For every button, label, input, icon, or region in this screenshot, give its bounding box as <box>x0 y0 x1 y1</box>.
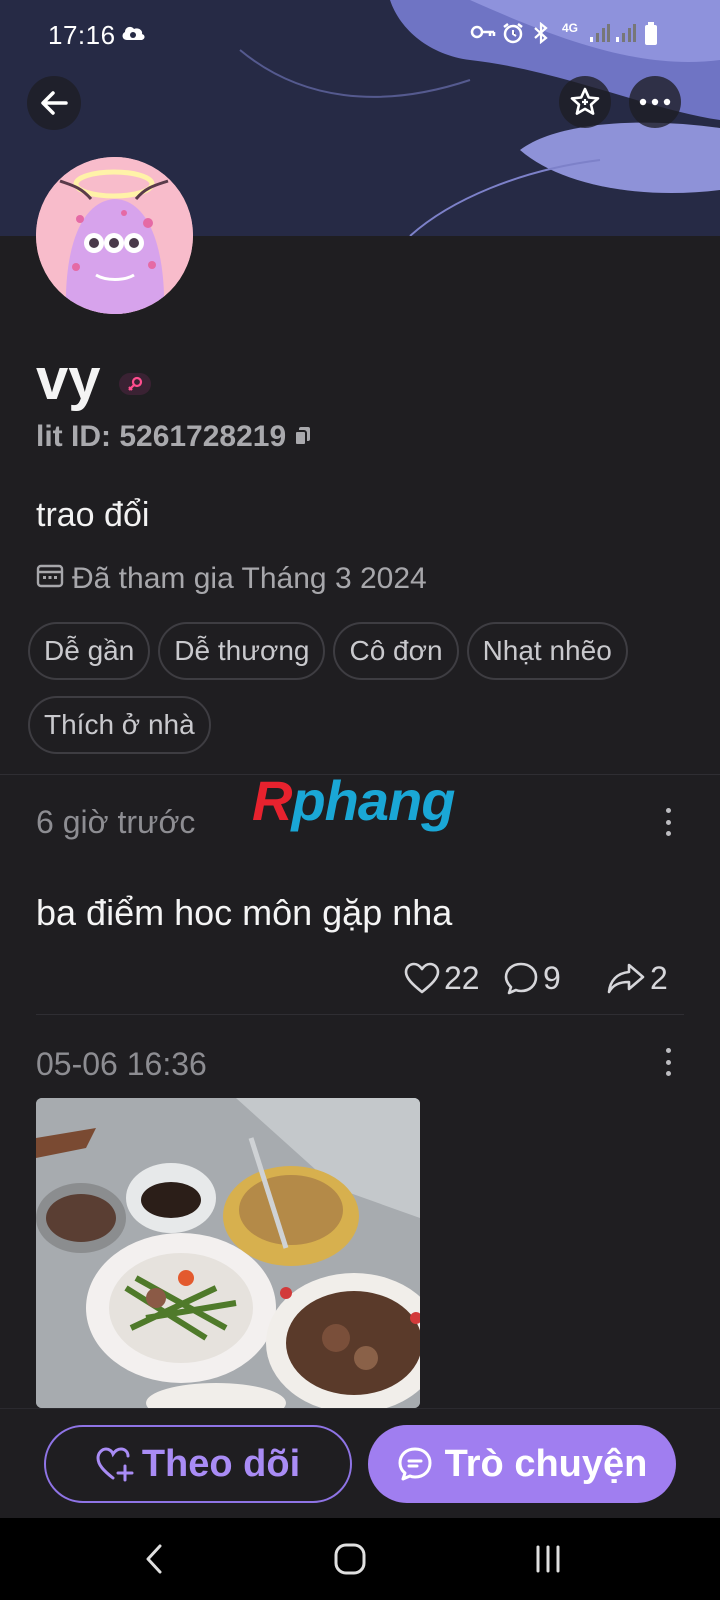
post-timestamp: 6 giờ trước <box>36 804 196 840</box>
battery-icon <box>644 22 658 51</box>
watermark: Rphang <box>252 768 455 833</box>
chat-bubble-icon <box>398 1447 432 1481</box>
chat-label: Trò chuyện <box>444 1442 648 1485</box>
post-photo[interactable] <box>36 1098 420 1408</box>
cloud-icon <box>120 22 146 47</box>
nav-home-button[interactable] <box>320 1536 380 1582</box>
join-date: Đã tham gia Tháng 3 2024 <box>36 562 427 596</box>
share-count: 2 <box>650 959 668 996</box>
comment-count: 9 <box>543 959 561 996</box>
heart-plus-icon <box>96 1447 134 1482</box>
bluetooth-icon <box>532 21 550 49</box>
interest-tags: Dễ gần Dễ thương Cô đơn Nhạt nhẽo Thích … <box>28 622 688 754</box>
share-button[interactable]: 2 <box>606 958 668 998</box>
follow-label: Theo dõi <box>141 1442 301 1485</box>
join-date-text: Đã tham gia Tháng 3 2024 <box>72 562 427 595</box>
food-photo-image <box>36 1098 420 1408</box>
share-arrow-icon <box>607 963 645 994</box>
nav-recents-button[interactable] <box>518 1536 578 1582</box>
monster-avatar-image <box>36 157 193 314</box>
calendar-icon <box>36 562 64 596</box>
signal-icon-2 <box>614 22 636 49</box>
heart-icon <box>404 962 440 994</box>
comment-button[interactable]: 9 <box>503 958 561 998</box>
watermark-rest: phang <box>291 769 455 832</box>
interest-tag[interactable]: Dễ gần <box>28 622 151 680</box>
ellipsis-icon <box>639 98 671 106</box>
more-options-button[interactable] <box>629 76 681 128</box>
name-row: vy <box>36 346 151 413</box>
chevron-left-icon <box>146 1544 162 1574</box>
arrow-left-icon <box>41 91 68 115</box>
bio-text: trao đổi <box>36 496 150 534</box>
interest-tag[interactable]: Dễ thương <box>158 622 326 680</box>
status-bar: 17:16 4G <box>0 0 720 70</box>
like-button[interactable]: 22 <box>404 958 480 998</box>
system-navigation-bar <box>0 1518 720 1600</box>
lit-id-text: lit ID: 5261728219 <box>36 420 287 453</box>
nav-back-button[interactable] <box>124 1536 184 1582</box>
star-icon <box>570 87 600 115</box>
like-count: 22 <box>444 959 480 996</box>
status-time: 17:16 <box>48 20 116 50</box>
interest-tag[interactable]: Cô đơn <box>333 622 459 680</box>
follow-button[interactable]: Theo dõi <box>44 1425 352 1503</box>
copy-icon[interactable] <box>294 420 312 454</box>
post-text: ba điểm hoc môn gặp nha <box>36 892 453 933</box>
watermark-first-letter: R <box>252 769 292 832</box>
post-divider <box>36 1014 684 1015</box>
post-menu-button[interactable] <box>662 1048 674 1076</box>
post-menu-button[interactable] <box>662 808 674 836</box>
signal-icon <box>588 22 610 49</box>
username: vy <box>36 347 101 412</box>
lit-id: lit ID: 5261728219 <box>36 420 312 454</box>
avatar[interactable] <box>36 157 193 314</box>
interest-tag[interactable]: Nhạt nhẽo <box>466 622 628 680</box>
post-timestamp: 05-06 16:36 <box>36 1046 207 1082</box>
home-square-icon <box>334 1543 366 1575</box>
alarm-icon <box>502 22 524 49</box>
recents-icon <box>536 1545 560 1573</box>
bottom-action-bar: Theo dõi Trò chuyện <box>0 1408 720 1518</box>
chat-button[interactable]: Trò chuyện <box>368 1425 676 1503</box>
back-button[interactable] <box>27 76 81 130</box>
comment-icon <box>504 962 538 995</box>
interest-tag[interactable]: Thích ở nhà <box>28 696 211 754</box>
favorite-button[interactable] <box>559 76 611 128</box>
network-type-label: 4G <box>562 21 579 35</box>
key-icon <box>470 22 496 47</box>
female-gender-icon <box>118 372 151 395</box>
